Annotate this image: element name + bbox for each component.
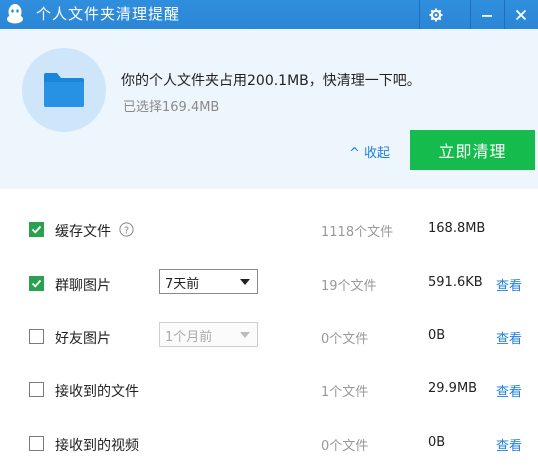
close-button[interactable]	[504, 0, 538, 29]
group-images-checkbox[interactable]	[29, 276, 44, 291]
list-item: 接收到的视频 0个文件 0B 查看	[0, 429, 538, 459]
view-link[interactable]: 查看	[496, 435, 522, 454]
dropdown-arrow-icon	[240, 279, 250, 285]
received-files-checkbox[interactable]	[29, 382, 44, 397]
settings-button[interactable]	[419, 0, 453, 29]
folder-badge	[22, 48, 106, 132]
file-size: 591.6KB	[428, 275, 483, 290]
list-item: 群聊图片 7天前 19个文件 591.6KB 查看	[0, 269, 538, 299]
received-videos-checkbox[interactable]	[29, 436, 44, 451]
checkmark-icon	[31, 225, 42, 234]
file-count: 19个文件	[321, 279, 377, 294]
close-icon	[515, 9, 527, 20]
title-bar: 个人文件夹清理提醒	[0, 0, 538, 29]
chevron-up-icon: ^	[349, 146, 365, 161]
clean-now-button[interactable]: 立即清理	[410, 130, 535, 170]
selected-size: 已选择169.4MB	[123, 100, 220, 115]
file-size: 0B	[428, 328, 446, 343]
dropdown-arrow-icon	[240, 332, 250, 338]
file-size: 0B	[428, 435, 446, 450]
window-title: 个人文件夹清理提醒	[36, 5, 181, 23]
file-size: 168.8MB	[428, 221, 486, 236]
cache-files-checkbox[interactable]	[29, 222, 44, 237]
time-range-select[interactable]: 1个月前	[159, 322, 258, 347]
summary-message: 你的个人文件夹占用200.1MB，快清理一下吧。	[121, 73, 421, 89]
collapse-link[interactable]: ^ 收起	[349, 142, 390, 161]
row-label: 群聊图片	[55, 278, 111, 294]
row-label: 缓存文件	[55, 224, 111, 240]
question-mark-icon[interactable]: ?	[119, 222, 134, 237]
row-label: 好友图片	[55, 331, 111, 347]
folder-icon	[44, 73, 84, 107]
time-range-select[interactable]: 7天前	[159, 269, 258, 294]
list-item: 好友图片 1个月前 0个文件 0B 查看	[0, 322, 538, 352]
view-link[interactable]: 查看	[496, 328, 522, 347]
file-size: 29.9MB	[428, 381, 478, 396]
list-item: 接收到的文件 1个文件 29.9MB 查看	[0, 375, 538, 405]
file-count: 0个文件	[321, 439, 369, 454]
friend-images-checkbox[interactable]	[29, 329, 44, 344]
select-value: 1个月前	[165, 330, 213, 345]
view-link[interactable]: 查看	[496, 275, 522, 294]
row-label: 接收到的视频	[55, 438, 139, 454]
file-count: 1个文件	[321, 385, 369, 400]
collapse-label: 收起	[364, 146, 391, 161]
file-count: 1118个文件	[321, 225, 394, 240]
gear-icon	[429, 8, 443, 21]
file-count: 0个文件	[321, 332, 369, 347]
select-value: 7天前	[165, 277, 200, 292]
minimize-icon	[482, 14, 492, 17]
list-item: 缓存文件 ? 1118个文件 168.8MB	[0, 215, 538, 245]
view-link[interactable]: 查看	[496, 381, 522, 400]
checkmark-icon	[31, 279, 42, 288]
summary-panel: 你的个人文件夹占用200.1MB，快清理一下吧。 已选择169.4MB ^ 收起…	[0, 29, 538, 189]
minimize-button[interactable]	[470, 0, 504, 29]
row-label: 接收到的文件	[55, 384, 139, 400]
svg-text:?: ?	[124, 225, 129, 236]
qq-penguin-icon	[7, 4, 23, 24]
